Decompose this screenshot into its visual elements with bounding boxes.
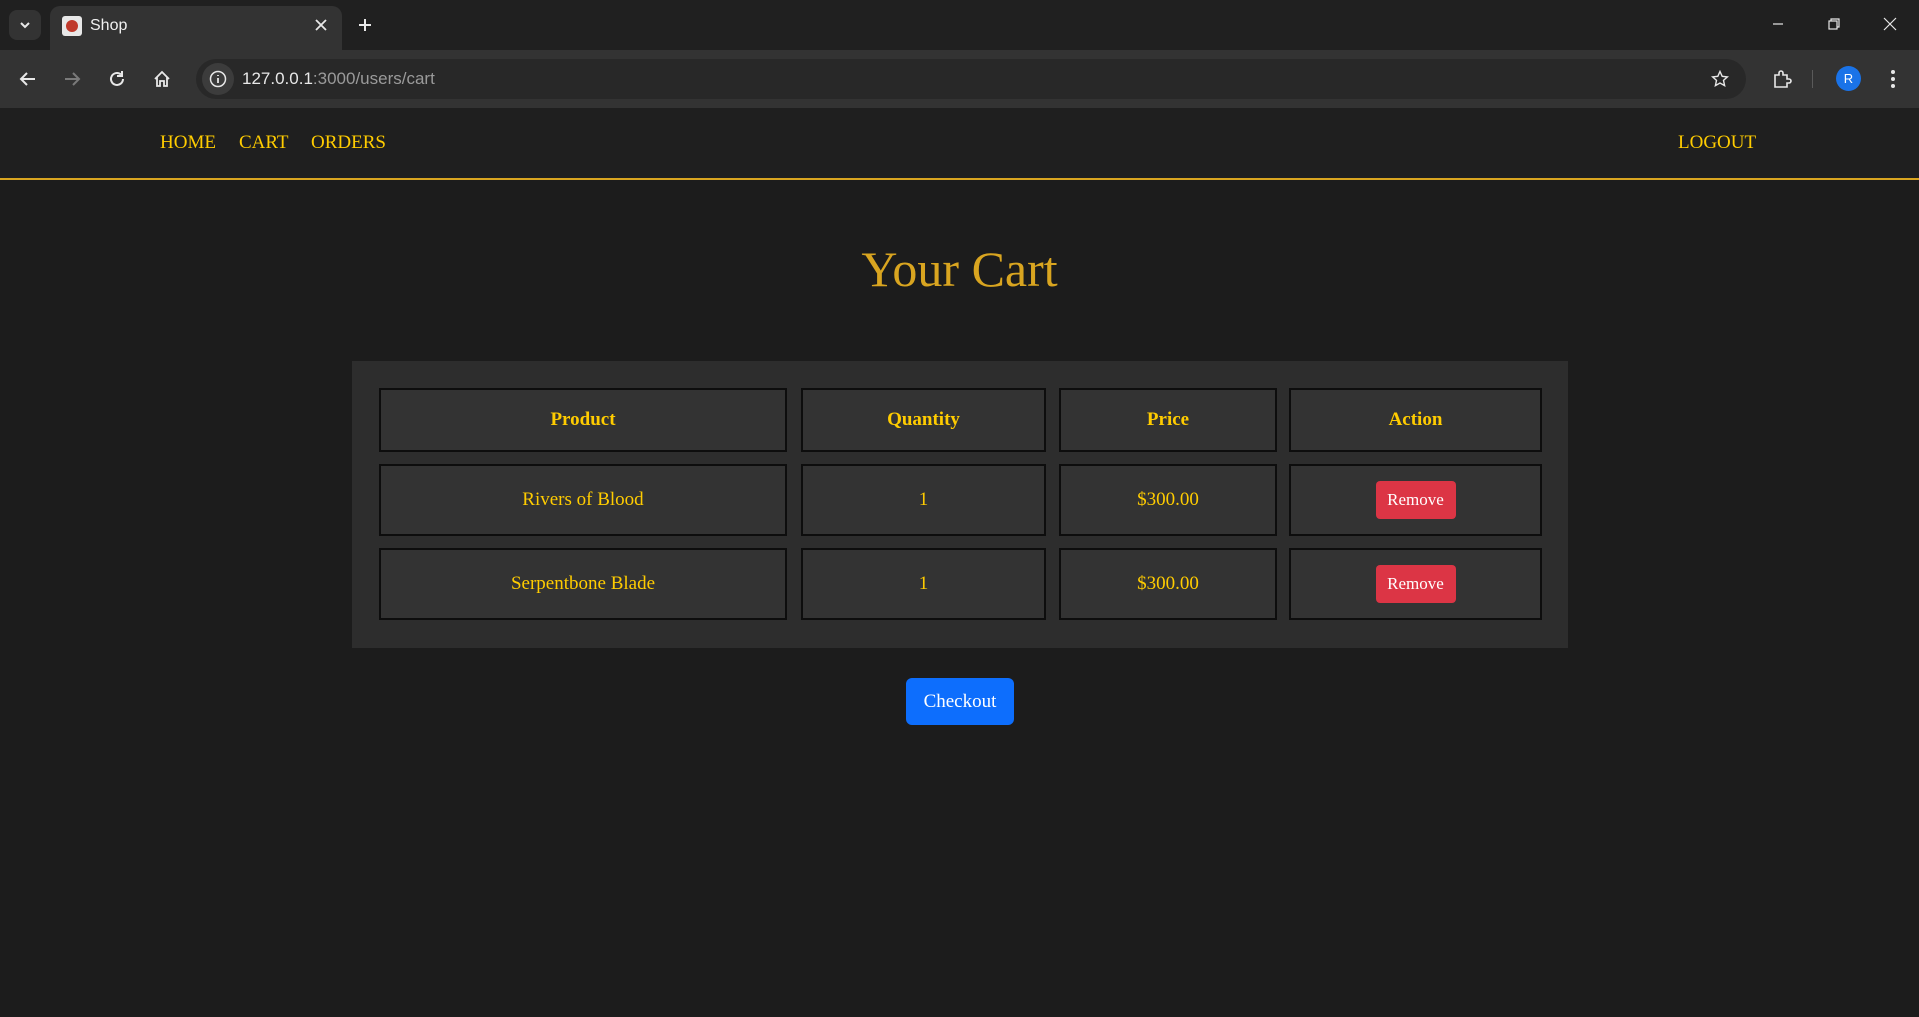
home-button[interactable]: [146, 63, 178, 95]
url-host: 127.0.0.1: [242, 69, 313, 88]
restore-button[interactable]: [1806, 0, 1862, 48]
nav-logout-link[interactable]: LOGOUT: [1678, 132, 1756, 154]
browser-menu-button[interactable]: [1878, 63, 1908, 95]
column-header-product: Product: [379, 388, 787, 452]
tab-title: Shop: [90, 17, 128, 34]
restore-icon: [1828, 18, 1840, 30]
back-button[interactable]: [12, 63, 44, 95]
home-icon: [154, 70, 170, 87]
puzzle-icon: [1774, 70, 1792, 88]
site-navbar: HOME CART ORDERS LOGOUT: [0, 108, 1919, 180]
cart-row-2-quantity: 1: [801, 548, 1046, 620]
chevron-down-icon: [20, 22, 30, 29]
more-vertical-icon: [1891, 70, 1895, 88]
remove-button[interactable]: Remove: [1375, 565, 1456, 603]
minimize-icon: [1773, 23, 1783, 25]
cart-row-1-product: Rivers of Blood: [379, 464, 787, 536]
cart-row-1-quantity: 1: [801, 464, 1046, 536]
address-bar[interactable]: 127.0.0.1:3000/users/cart: [196, 59, 1746, 99]
arrow-right-icon: [65, 72, 81, 86]
arrow-left-icon: [19, 72, 35, 86]
column-header-action: Action: [1289, 388, 1542, 452]
cart-row-1-price: $300.00: [1059, 464, 1277, 536]
url-text[interactable]: 127.0.0.1:3000/users/cart: [242, 69, 435, 89]
bookmark-star-button[interactable]: [1704, 63, 1736, 95]
browser-titlebar: Shop: [0, 0, 1919, 50]
close-icon: [315, 19, 327, 31]
url-path: :3000/users/cart: [312, 69, 435, 88]
tab-search-button[interactable]: [9, 10, 41, 40]
extensions-button[interactable]: [1766, 63, 1798, 95]
tab-close-button[interactable]: [308, 12, 334, 38]
cart-row-1-action: Remove: [1289, 464, 1542, 536]
column-header-quantity: Quantity: [801, 388, 1046, 452]
nav-orders-link[interactable]: ORDERS: [311, 132, 386, 154]
cart-row-2-action: Remove: [1289, 548, 1542, 620]
reload-button[interactable]: [101, 63, 133, 95]
site-favicon-icon: [62, 16, 82, 36]
profile-avatar[interactable]: R: [1836, 66, 1861, 91]
star-icon: [1711, 70, 1729, 87]
new-tab-button[interactable]: [350, 10, 380, 40]
browser-toolbar: 127.0.0.1:3000/users/cart R: [0, 50, 1919, 108]
forward-button[interactable]: [56, 63, 88, 95]
close-icon: [1883, 17, 1897, 31]
cart-table-panel: Product Quantity Price Action Rivers of …: [352, 361, 1568, 648]
remove-button[interactable]: Remove: [1375, 481, 1456, 519]
nav-home-link[interactable]: HOME: [160, 132, 216, 154]
reload-icon: [110, 71, 124, 86]
close-window-button[interactable]: [1862, 0, 1918, 48]
toolbar-divider: [1812, 70, 1813, 88]
minimize-button[interactable]: [1750, 0, 1806, 48]
cart-row-2-price: $300.00: [1059, 548, 1277, 620]
plus-icon: [359, 19, 371, 31]
column-header-price: Price: [1059, 388, 1277, 452]
page-title: Your Cart: [861, 241, 1058, 297]
site-info-icon[interactable]: [202, 63, 234, 95]
checkout-button[interactable]: Checkout: [906, 678, 1014, 725]
browser-tab[interactable]: Shop: [50, 6, 342, 50]
nav-cart-link[interactable]: CART: [239, 132, 289, 154]
cart-row-2-product: Serpentbone Blade: [379, 548, 787, 620]
